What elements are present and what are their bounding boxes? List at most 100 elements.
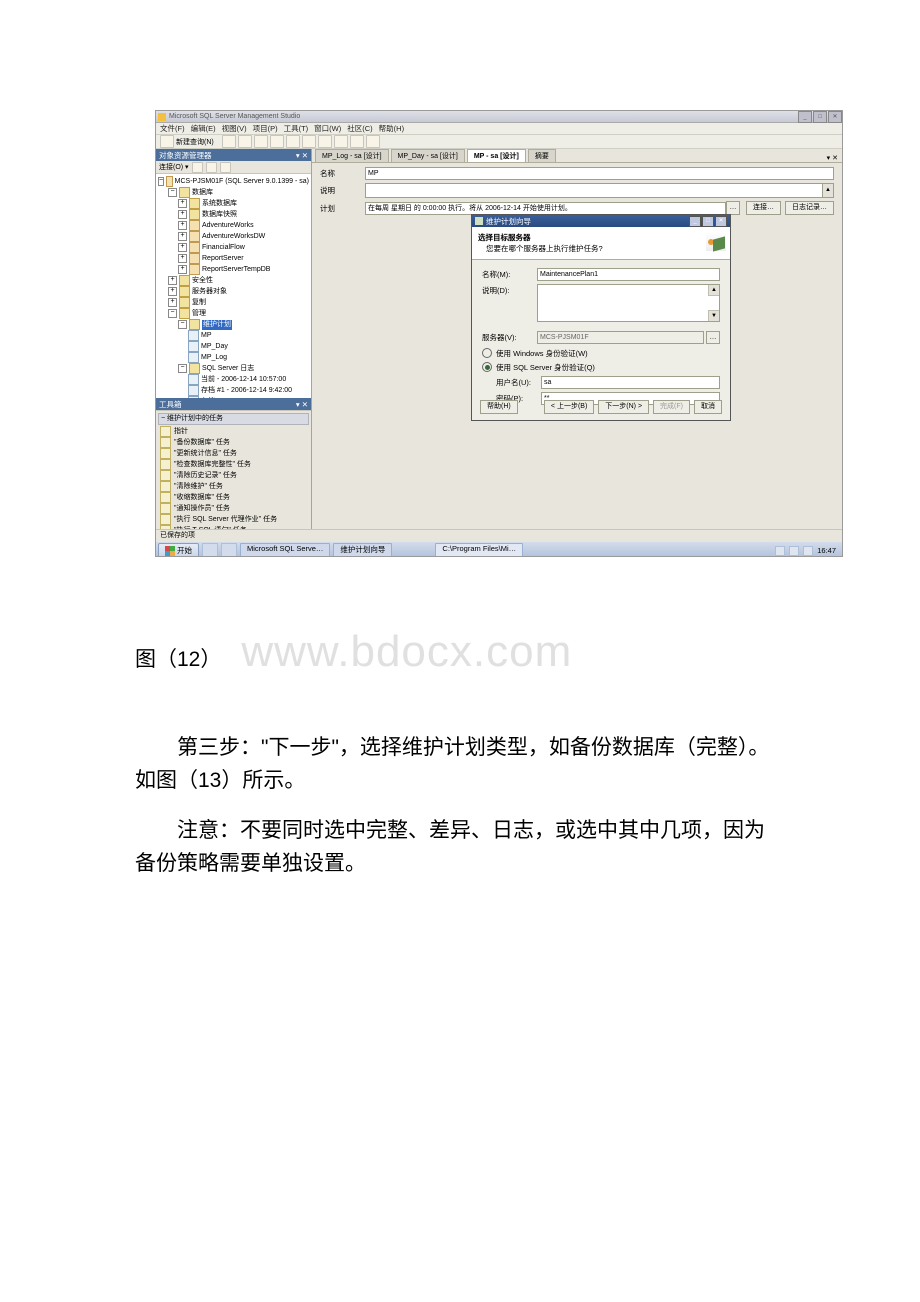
radio-windows-auth[interactable] bbox=[482, 348, 492, 358]
wizard-input-name[interactable]: MaintenancePlan1 bbox=[537, 268, 720, 281]
quicklaunch-2[interactable] bbox=[221, 543, 237, 558]
tree-ff[interactable]: FinancialFlow bbox=[202, 243, 245, 253]
toolbar-icon-2[interactable] bbox=[238, 135, 252, 148]
toolbar-icon-3[interactable] bbox=[254, 135, 268, 148]
clock[interactable]: 16:47 bbox=[817, 546, 836, 555]
menu-help[interactable]: 帮助(H) bbox=[379, 123, 404, 134]
object-explorer-tree[interactable]: −MCS-PJSM01F (SQL Server 9.0.1399 - sa) … bbox=[156, 174, 311, 398]
tree-expander[interactable]: + bbox=[168, 276, 177, 285]
toolbox-item-stats[interactable]: "更新统计信息" 任务 bbox=[158, 448, 309, 459]
next-button[interactable]: 下一步(N) > bbox=[598, 400, 649, 414]
toolbox-item-cleanhist[interactable]: "清除历史记录" 任务 bbox=[158, 470, 309, 481]
log-button[interactable]: 日志记录… bbox=[785, 201, 834, 215]
start-button[interactable]: 开始 bbox=[158, 543, 199, 558]
tree-server[interactable]: MCS-PJSM01F (SQL Server 9.0.1399 - sa) bbox=[175, 177, 309, 187]
tree-expander[interactable]: − bbox=[168, 188, 177, 197]
tree-sql-log[interactable]: SQL Server 日志 bbox=[202, 364, 254, 374]
tray-icon-1[interactable] bbox=[775, 546, 785, 556]
server-browse-button[interactable]: … bbox=[706, 331, 720, 344]
wizard-input-desc[interactable]: ▲ ▼ bbox=[537, 284, 720, 322]
menu-view[interactable]: 视图(V) bbox=[222, 123, 247, 134]
tree-expander[interactable]: + bbox=[178, 232, 187, 241]
wizard-titlebar[interactable]: 维护计划向导 _ □ ✕ bbox=[472, 215, 730, 227]
tab-mp-log[interactable]: MP_Log - sa [设计] bbox=[315, 149, 389, 162]
toolbar-icon-4[interactable] bbox=[270, 135, 284, 148]
tree-expander[interactable]: − bbox=[168, 309, 177, 318]
toolbox-item-tsql[interactable]: "执行 T-SQL 语句" 任务 bbox=[158, 525, 309, 529]
toolbox-item-checkdb[interactable]: "检查数据库完整性" 任务 bbox=[158, 459, 309, 470]
toolbar-icon-7[interactable] bbox=[318, 135, 332, 148]
new-query-icon[interactable] bbox=[160, 135, 174, 148]
tree-log-1[interactable]: 存档 #1 - 2006-12-14 9:42:00 bbox=[201, 386, 292, 396]
tree-rst[interactable]: ReportServerTempDB bbox=[202, 265, 270, 275]
taskbar-entry-wizard[interactable]: 维护计划向导 bbox=[333, 543, 392, 558]
tree-mp[interactable]: MP bbox=[201, 331, 212, 341]
menu-file[interactable]: 文件(F) bbox=[160, 123, 185, 134]
tree-snapshot[interactable]: 数据库快照 bbox=[202, 210, 237, 220]
menu-window[interactable]: 窗口(W) bbox=[314, 123, 341, 134]
help-button[interactable]: 帮助(H) bbox=[480, 400, 518, 414]
tree-replication[interactable]: 复制 bbox=[192, 298, 206, 308]
wizard-close[interactable]: ✕ bbox=[715, 216, 727, 227]
wizard-minimize[interactable]: _ bbox=[689, 216, 701, 227]
connect-button[interactable]: 连接… bbox=[746, 201, 781, 215]
toolbar-icon-10[interactable] bbox=[366, 135, 380, 148]
new-query-button[interactable]: 新建查询(N) bbox=[176, 137, 214, 147]
menu-community[interactable]: 社区(C) bbox=[347, 123, 372, 134]
tab-mp-day[interactable]: MP_Day - sa [设计] bbox=[391, 149, 465, 162]
tree-server-obj[interactable]: 服务器对象 bbox=[192, 287, 227, 297]
tree-rs[interactable]: ReportServer bbox=[202, 254, 244, 264]
tree-expander[interactable]: − bbox=[158, 177, 164, 186]
tree-expander[interactable]: + bbox=[178, 221, 187, 230]
tab-summary[interactable]: 摘要 bbox=[528, 149, 556, 162]
taskbar-entry-ssms[interactable]: Microsoft SQL Serve… bbox=[240, 543, 330, 558]
tabstrip-controls[interactable]: ▾ ✕ bbox=[827, 154, 838, 162]
input-desc[interactable] bbox=[365, 183, 823, 198]
minimize-button[interactable]: _ bbox=[798, 111, 812, 123]
tree-management[interactable]: 管理 bbox=[192, 309, 206, 319]
tree-awdw[interactable]: AdventureWorksDW bbox=[202, 232, 265, 242]
tree-expander[interactable]: + bbox=[178, 265, 187, 274]
panel-controls[interactable]: ▾ ✕ bbox=[296, 151, 308, 160]
cancel-button[interactable]: 取消 bbox=[694, 400, 722, 414]
tab-mp[interactable]: MP - sa [设计] bbox=[467, 149, 526, 162]
toolbox-item-cleanmaint[interactable]: "清除维护" 任务 bbox=[158, 481, 309, 492]
wizard-input-user[interactable]: sa bbox=[541, 376, 720, 389]
toolbar-icon-1[interactable] bbox=[222, 135, 236, 148]
refresh-icon[interactable] bbox=[192, 162, 203, 173]
tree-databases[interactable]: 数据库 bbox=[192, 188, 213, 198]
textarea-scroll-down[interactable]: ▼ bbox=[708, 310, 719, 321]
menu-project[interactable]: 项目(P) bbox=[253, 123, 278, 134]
back-button[interactable]: < 上一步(B) bbox=[544, 400, 594, 414]
tree-log-current[interactable]: 当前 - 2006-12-14 10:57:00 bbox=[201, 375, 286, 385]
toolbar-icon-8[interactable] bbox=[334, 135, 348, 148]
tree-sysdb[interactable]: 系统数据库 bbox=[202, 199, 237, 209]
toolbox-section-header[interactable]: − 维护计划中的任务 bbox=[158, 413, 309, 425]
tray-icon-2[interactable] bbox=[789, 546, 799, 556]
tree-expander[interactable]: + bbox=[178, 254, 187, 263]
input-name[interactable]: MP bbox=[365, 167, 834, 180]
toolbar-icon-6[interactable] bbox=[302, 135, 316, 148]
toolbox-controls[interactable]: ▾ ✕ bbox=[296, 400, 308, 409]
tree-expander[interactable]: + bbox=[168, 287, 177, 296]
toolbox-item-notify[interactable]: "通知操作员" 任务 bbox=[158, 503, 309, 514]
taskbar-entry-explorer[interactable]: C:\Program Files\Mi… bbox=[435, 543, 523, 558]
quicklaunch-1[interactable] bbox=[202, 543, 218, 558]
tree-expander[interactable]: − bbox=[178, 320, 187, 329]
menu-tools[interactable]: 工具(T) bbox=[284, 123, 309, 134]
tree-expander[interactable]: + bbox=[178, 210, 187, 219]
desc-scroll[interactable]: ▲ bbox=[823, 183, 834, 198]
toolbox-item-agentjob[interactable]: "执行 SQL Server 代理作业" 任务 bbox=[158, 514, 309, 525]
wizard-input-server[interactable]: MCS-PJSM01F bbox=[537, 331, 704, 344]
tree-expander[interactable]: + bbox=[178, 199, 187, 208]
input-plan[interactable]: 在每周 星期日 的 0:00:00 执行。将从 2006-12-14 开始使用计… bbox=[365, 202, 726, 215]
close-button[interactable]: ✕ bbox=[828, 111, 842, 123]
toolbar-icon-9[interactable] bbox=[350, 135, 364, 148]
tree-security[interactable]: 安全性 bbox=[192, 276, 213, 286]
wizard-maximize[interactable]: □ bbox=[702, 216, 714, 227]
tree-expander[interactable]: − bbox=[178, 364, 187, 373]
filter-icon[interactable] bbox=[206, 162, 217, 173]
tree-aw[interactable]: AdventureWorks bbox=[202, 221, 254, 231]
tree-expander[interactable]: + bbox=[168, 298, 177, 307]
connect-dropdown[interactable]: 连接(O) ▾ bbox=[159, 162, 189, 172]
